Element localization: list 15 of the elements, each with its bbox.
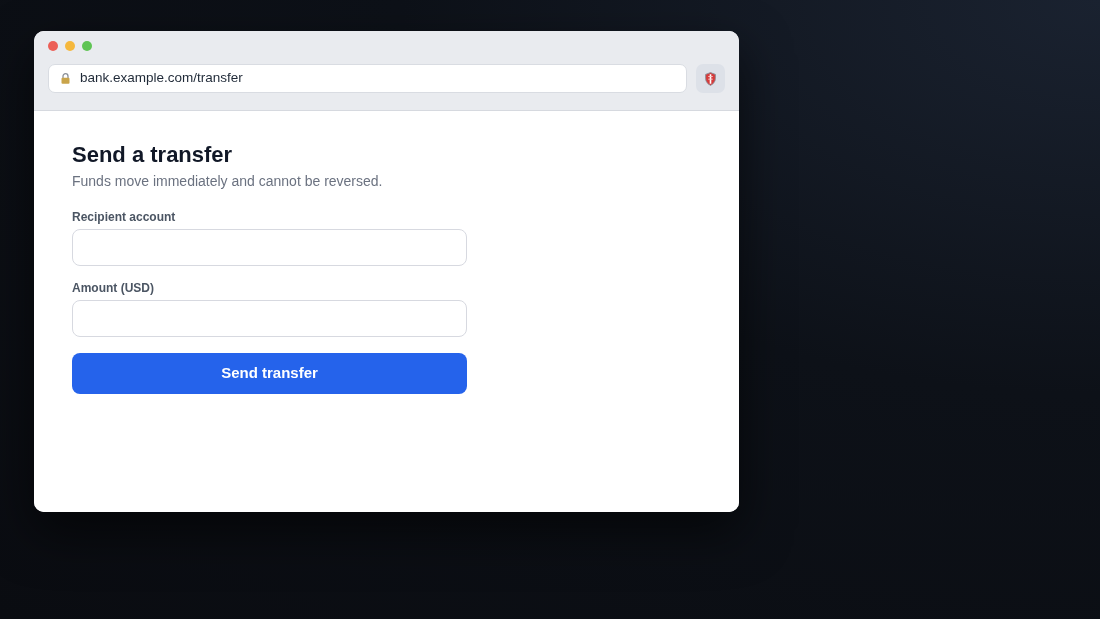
minimize-button[interactable] xyxy=(65,41,75,51)
field-label: Recipient account xyxy=(72,209,177,225)
address-bar[interactable]: bank.example.com/transfer xyxy=(48,64,687,93)
close-button[interactable] xyxy=(48,41,58,51)
field-label: Amount (USD) xyxy=(72,280,155,296)
shield-extension-button[interactable] xyxy=(696,64,725,93)
input-field[interactable] xyxy=(72,300,467,337)
padlock-icon xyxy=(61,73,70,84)
page-subtitle: Funds move immediately and cannot be reversed. xyxy=(72,172,384,191)
shield-icon xyxy=(705,71,716,86)
page-title: Send a transfer xyxy=(72,141,234,169)
send-transfer-button[interactable]: Send transfer xyxy=(72,353,467,394)
zoom-button[interactable] xyxy=(82,41,92,51)
url-text: bank.example.com/transfer xyxy=(80,69,243,88)
input-field[interactable] xyxy=(72,229,467,266)
